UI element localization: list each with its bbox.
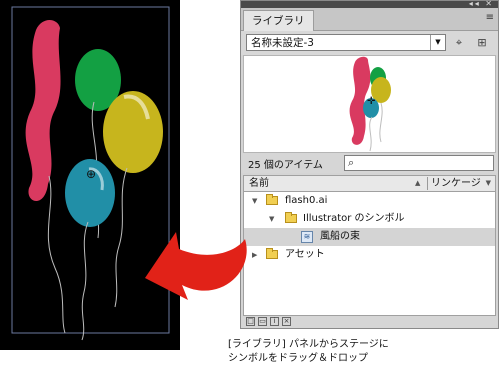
library-panel: ◂◂ ✕ ライブラリ ≡ 名称未設定-3 ▼ ⌖ ⊞ ✛ 25 個のアイテム ⌕…	[240, 0, 499, 329]
list-item-flash0[interactable]: ▼ flash0.ai	[244, 192, 495, 210]
yellow-balloon	[103, 91, 163, 173]
chevron-down-icon[interactable]: ▼	[269, 210, 274, 228]
new-folder-icon[interactable]: ▭	[258, 317, 267, 326]
column-separator	[427, 177, 428, 190]
list-header: 名前 ▲ リンケージ ▼	[243, 175, 496, 192]
search-input[interactable]: ⌕	[344, 155, 494, 171]
panel-bottom-bar: □ ▭ i ×	[241, 316, 498, 328]
library-toolbar: 名称未設定-3 ▼ ⌖ ⊞	[241, 31, 498, 55]
chevron-down-icon[interactable]: ▼	[252, 192, 257, 210]
caption-line-2: シンボルをドラッグ＆ドロップ	[228, 353, 368, 364]
column-name[interactable]: 名前	[249, 176, 269, 191]
delete-icon[interactable]: ×	[282, 317, 291, 326]
red-balloon	[25, 20, 61, 202]
panel-tab-row: ライブラリ ≡	[241, 8, 498, 31]
sort-icon[interactable]: ▲	[415, 176, 420, 191]
search-icon: ⌕	[348, 156, 355, 169]
svg-text:✛: ✛	[367, 96, 376, 107]
library-name: 名称未設定-3	[251, 37, 314, 49]
cursor-icon: ⊕	[86, 167, 96, 181]
panel-collapse-icon[interactable]: ◂◂ ✕	[469, 0, 494, 8]
item-label: 風船の束	[320, 231, 360, 242]
symbol-icon: ≋	[301, 231, 313, 243]
folder-icon	[266, 194, 278, 205]
item-count: 25 個のアイテム	[248, 160, 323, 171]
folder-icon	[285, 212, 297, 223]
stage[interactable]: ⊕	[0, 0, 180, 350]
pin-icon[interactable]: ⌖	[451, 35, 467, 50]
library-list: ▼ flash0.ai ▼ Illustrator のシンボル ≋ 風船の束 ▶…	[243, 192, 496, 316]
list-item-balloon-bunch[interactable]: ≋ 風船の束	[244, 228, 495, 246]
dropdown-arrow-icon[interactable]: ▼	[430, 35, 445, 50]
preview-artwork: ✛	[349, 56, 391, 152]
column-linkage[interactable]: リンケージ	[431, 176, 481, 191]
stage-artwork[interactable]: ⊕	[0, 0, 180, 350]
library-preview: ✛	[243, 55, 496, 153]
item-label: flash0.ai	[285, 195, 328, 206]
chevron-right-icon[interactable]: ▶	[252, 246, 257, 264]
item-label: Illustrator のシンボル	[303, 213, 405, 224]
list-item-illustrator-symbols[interactable]: ▼ Illustrator のシンボル	[244, 210, 495, 228]
library-select[interactable]: 名称未設定-3 ▼	[246, 34, 446, 51]
count-bar: 25 個のアイテム ⌕	[241, 153, 498, 173]
new-symbol-icon[interactable]: □	[246, 317, 255, 326]
panel-title-strip: ◂◂ ✕	[241, 0, 498, 8]
caption: [ライブラリ] パネルからステージに シンボルをドラッグ＆ドロップ	[228, 338, 389, 366]
folder-icon	[266, 248, 278, 259]
column-menu-icon[interactable]: ▼	[486, 176, 491, 191]
caption-line-1: [ライブラリ] パネルからステージに	[228, 339, 389, 350]
properties-icon[interactable]: i	[270, 317, 279, 326]
menu-icon[interactable]: ≡	[486, 12, 494, 23]
list-item-assets[interactable]: ▶ アセット	[244, 246, 495, 264]
item-label: アセット	[285, 249, 325, 260]
tab-library[interactable]: ライブラリ	[243, 10, 314, 31]
new-library-icon[interactable]: ⊞	[474, 35, 490, 50]
